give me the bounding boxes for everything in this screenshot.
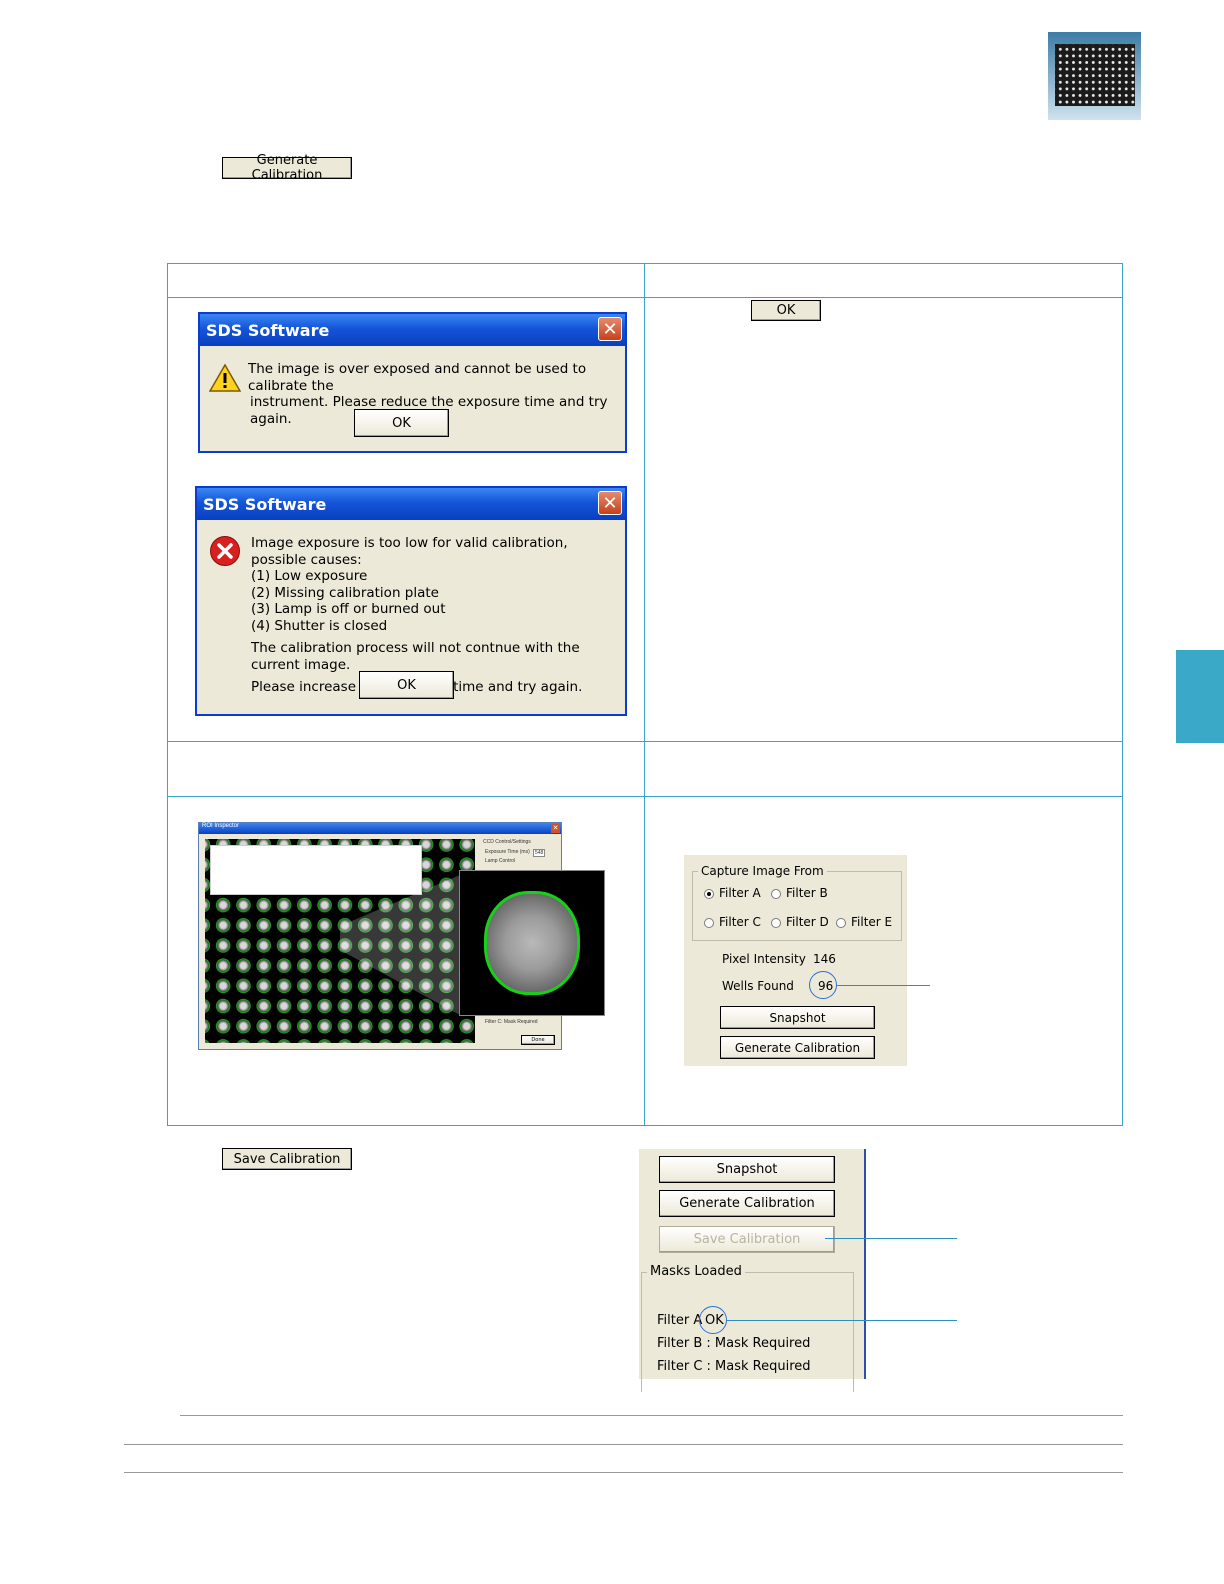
message-line: (3) Lamp is off or burned out: [251, 601, 446, 617]
table-divider: [167, 796, 1123, 797]
footer-rule: [180, 1415, 1123, 1416]
filter-b-mask-status: Filter B : Mask Required: [657, 1336, 811, 1351]
generate-calibration-button[interactable]: Generate Calibration: [222, 153, 352, 183]
error-icon: [210, 536, 240, 566]
snapshot-button[interactable]: Snapshot: [720, 1006, 875, 1029]
pixel-intensity-label: Pixel Intensity: [722, 952, 806, 966]
filter-d-label: Filter D: [786, 915, 829, 929]
masks-loaded-label: Masks Loaded: [647, 1264, 745, 1279]
dialog-title: SDS Software: [197, 488, 625, 520]
callout-line: [825, 1238, 957, 1239]
well-mask-outline: [484, 891, 580, 995]
close-icon[interactable]: ✕: [598, 491, 622, 515]
table-divider: [167, 741, 1123, 742]
wells-found-label: Wells Found: [722, 979, 794, 993]
save-calibration-button[interactable]: Save Calibration: [222, 1148, 352, 1170]
snapshot-button[interactable]: Snapshot: [659, 1156, 835, 1183]
chapter-tab: [1176, 650, 1224, 743]
filter-e-radio[interactable]: [836, 918, 846, 928]
zoomed-well-image: [459, 870, 605, 1016]
filter-e-label: Filter E: [851, 915, 893, 929]
capture-group-label: Capture Image From: [698, 864, 827, 878]
exposure-time-field[interactable]: 548: [533, 849, 546, 857]
mask-ok-callout: [699, 1306, 727, 1334]
message-line: Image exposure is too low for valid cali…: [251, 535, 568, 568]
dialog-ok-button[interactable]: OK: [354, 409, 449, 437]
message-line: (2) Missing calibration plate: [251, 584, 439, 601]
close-icon[interactable]: ✕: [551, 824, 560, 833]
save-calibration-button[interactable]: Save Calibration: [659, 1226, 835, 1253]
filter-a-label: Filter A: [719, 886, 761, 900]
ok-button[interactable]: OK: [751, 300, 821, 321]
message-line: (4) Shutter is closed: [251, 617, 388, 634]
plate-thumbnail-icon: [1048, 32, 1141, 120]
filter-c-radio[interactable]: [704, 918, 714, 928]
callout-line: [837, 985, 930, 986]
capture-group: [692, 871, 902, 941]
zoom-projection: [340, 875, 460, 1015]
roi-title: ROI Inspector: [199, 823, 561, 834]
filter-b-radio[interactable]: [771, 889, 781, 899]
filter-a-mask-label: Filter A: [657, 1313, 703, 1328]
dialog-ok-button[interactable]: OK: [359, 671, 454, 699]
roi-side-label: Lamp Control: [485, 858, 516, 864]
filter-c-label: Filter C: [719, 915, 761, 929]
done-button[interactable]: Done: [521, 1035, 555, 1045]
dialog-title: SDS Software: [200, 314, 625, 346]
message-line: (1) Low exposure: [251, 568, 368, 584]
roi-side-label: Filter C: Mask Required: [485, 1019, 538, 1025]
message-line: The image is over exposed and cannot be …: [248, 361, 587, 394]
close-icon[interactable]: ✕: [598, 317, 622, 341]
generate-calibration-button[interactable]: Generate Calibration: [659, 1190, 835, 1217]
table-divider: [167, 297, 1123, 298]
plate-wells-image: [1055, 44, 1135, 106]
filter-b-label: Filter B: [786, 886, 828, 900]
masks-loaded-group: [641, 1272, 854, 1392]
table-column-divider: [644, 263, 645, 1126]
calibration-buttons-panel: Snapshot Generate Calibration Save Calib…: [639, 1149, 864, 1392]
panel-edge: [864, 1149, 866, 1379]
callout-line: [727, 1320, 957, 1321]
message-line: The calibration process will not contnue…: [251, 640, 580, 673]
wells-found-callout: [809, 971, 837, 999]
overexposed-dialog: SDS Software ✕ The image is over exposed…: [198, 312, 627, 453]
roi-side-label: Exposure Time (ms): [485, 849, 530, 855]
filter-d-radio[interactable]: [771, 918, 781, 928]
underexposed-dialog: SDS Software ✕ Image exposure is too low…: [195, 486, 627, 716]
warning-icon: [209, 363, 241, 392]
generate-calibration-button[interactable]: Generate Calibration: [720, 1036, 875, 1059]
footer-rule: [124, 1472, 1123, 1473]
dialog-title-text: SDS Software: [203, 494, 327, 514]
filter-a-radio[interactable]: [704, 889, 714, 899]
roi-side-label: CCD Control/Settings: [483, 839, 531, 845]
footer-rule: [124, 1444, 1123, 1445]
dialog-title-text: SDS Software: [206, 320, 330, 340]
pixel-intensity-value: 146: [813, 952, 836, 966]
capture-panel: Capture Image From Filter A Filter B Fil…: [684, 855, 907, 1066]
filter-c-mask-status: Filter C : Mask Required: [657, 1359, 811, 1374]
